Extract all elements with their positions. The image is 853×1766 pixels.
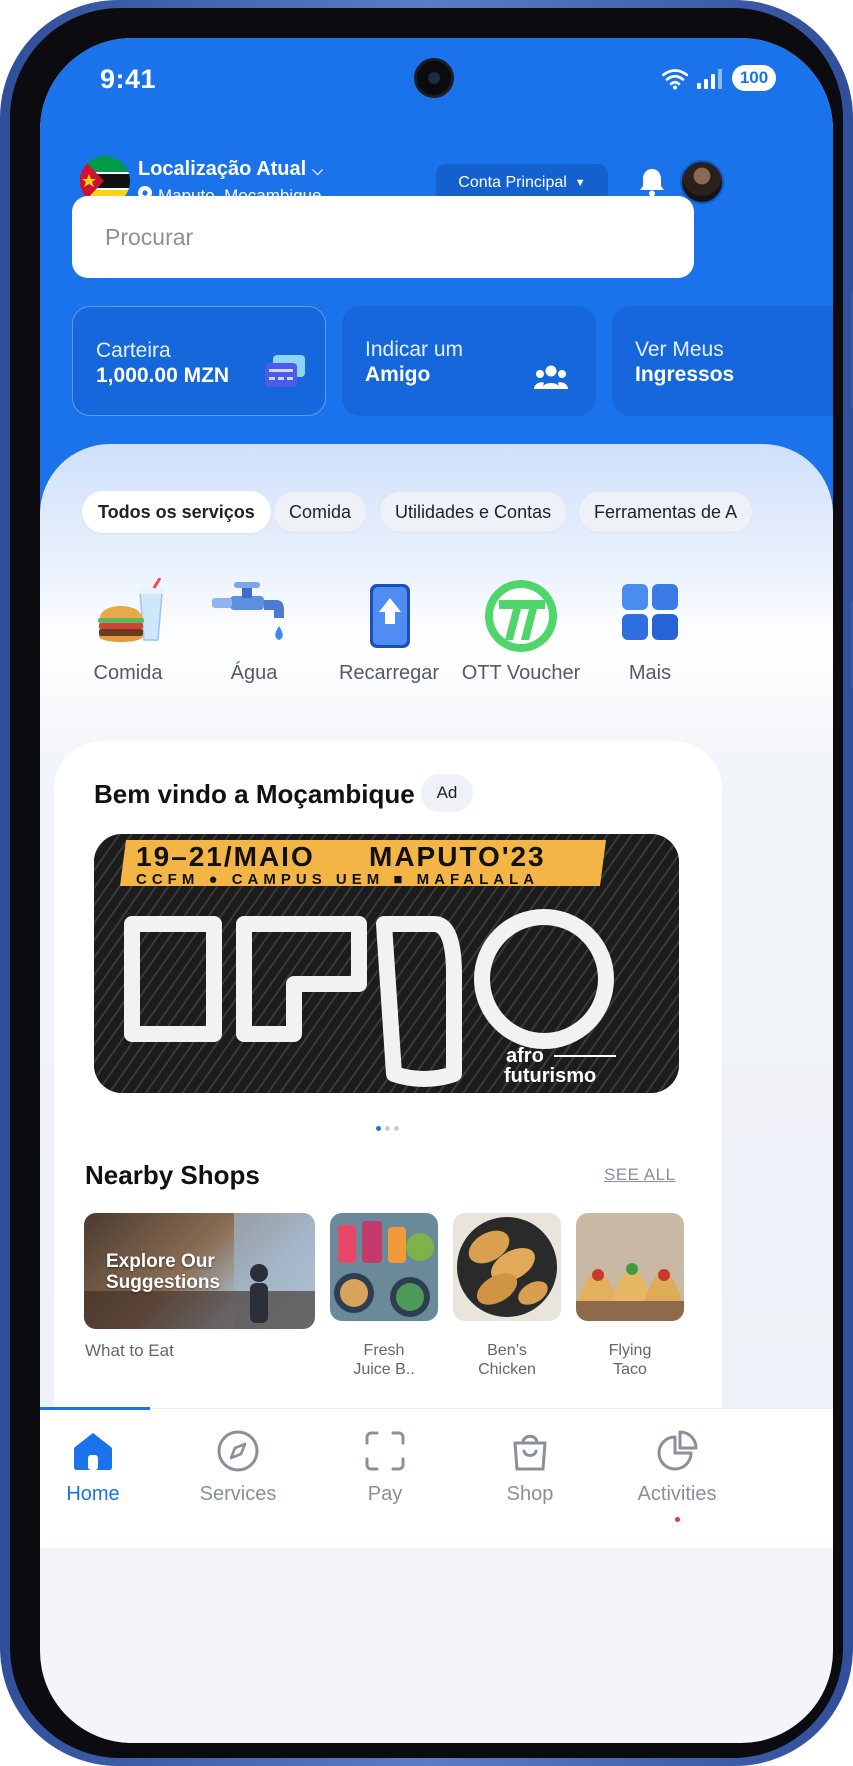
tab-pay[interactable]: Pay (325, 1409, 445, 1529)
burger-drink-icon (98, 578, 164, 642)
banner-city: MAPUTO'23 (369, 841, 546, 872)
tab-shop[interactable]: Shop (470, 1409, 590, 1529)
shop-name: Flying Taco (576, 1341, 684, 1379)
location-title[interactable]: Localização Atual ⌵ (138, 158, 323, 181)
grid-icon (622, 584, 678, 640)
shop-fresh-juice[interactable]: Fresh Juice B.. (330, 1213, 438, 1379)
shop-name-line2: Chicken (478, 1361, 536, 1378)
chip-tools[interactable]: Ferramentas de A (578, 491, 754, 533)
refer-card-line1: Indicar um (365, 338, 464, 361)
service-topup[interactable]: Recarregar (329, 578, 449, 698)
welcome-title: Bem vindo a Moçambique (94, 779, 415, 809)
shop-name-line1: Flying (608, 1342, 652, 1359)
shop-bens-chicken[interactable]: Ben’s Chicken (453, 1213, 561, 1379)
shop-name: Fresh Juice B.. (330, 1341, 438, 1379)
banner-artwork: 19–21/MAIO MAPUTO'23 CCFM ● CAMPUS UEM ■… (94, 834, 679, 1093)
chip-food[interactable]: Comida (273, 491, 368, 533)
bottom-tab-bar: Home Services Pay Shop Activities (40, 1407, 833, 1548)
phone-topup-icon (370, 584, 410, 648)
battery-indicator: 100 (732, 65, 776, 91)
tab-services[interactable]: Services (178, 1409, 298, 1529)
carousel-dots (376, 1118, 403, 1136)
group-icon (534, 365, 568, 389)
shop-name-line2: Juice B.. (353, 1361, 415, 1378)
carousel-dot-active[interactable] (376, 1126, 381, 1131)
service-food-label: Comida (93, 662, 163, 684)
tab-home-label: Home (66, 1483, 120, 1505)
shop-name-line2: Taco (613, 1361, 647, 1378)
pie-chart-icon (657, 1430, 698, 1471)
shop-name-line1: Fresh (363, 1342, 405, 1359)
banner-dates: 19–21/MAIO (136, 841, 315, 872)
shop-image (330, 1213, 438, 1321)
tab-activities-label: Activities (637, 1483, 717, 1505)
chevron-down-icon: ⌵ (312, 162, 323, 178)
ad-badge: Ad (421, 774, 473, 812)
tab-services-label: Services (199, 1483, 277, 1505)
water-tap-icon (212, 582, 284, 640)
shop-flying-taco[interactable]: Flying Taco (576, 1213, 684, 1379)
wallet-card-icon (265, 355, 305, 387)
chip-utilities[interactable]: Utilidades e Contas (379, 491, 568, 533)
nearby-shops-title: Nearby Shops (85, 1160, 260, 1190)
what-to-eat-caption: What to Eat (85, 1341, 174, 1360)
notification-dot (675, 1517, 680, 1522)
wifi-icon (662, 69, 688, 90)
phone-bezel: 9:41 100 Localização Atual ⌵ Conta Princ… (10, 8, 843, 1758)
tab-shop-label: Shop (506, 1483, 554, 1505)
service-ott-voucher[interactable]: OTT Voucher (461, 578, 581, 698)
refer-card-line2: Amigo (365, 363, 431, 386)
tickets-card-line2: Ingressos (635, 363, 735, 386)
location-title-label: Localização Atual (138, 158, 307, 180)
category-chips: Todos os serviços Comida Utilidades e Co… (82, 491, 833, 535)
account-button-label: Conta Principal (458, 174, 567, 191)
chip-all-services[interactable]: Todos os serviços (82, 491, 271, 533)
tickets-card-line1: Ver Meus (635, 338, 724, 361)
shop-image (453, 1213, 561, 1321)
status-bar: 9:41 100 (40, 38, 833, 128)
promo-banner[interactable]: 19–21/MAIO MAPUTO'23 CCFM ● CAMPUS UEM ■… (94, 834, 679, 1093)
screen: 9:41 100 Localização Atual ⌵ Conta Princ… (40, 38, 833, 1743)
banner-tagline-2: futurismo (504, 1065, 596, 1087)
service-food[interactable]: Comida (68, 578, 188, 698)
ott-logo-icon (485, 580, 557, 652)
see-all-link[interactable]: SEE ALL (604, 1165, 676, 1185)
service-ott-label: OTT Voucher (461, 662, 581, 684)
bell-icon[interactable] (636, 166, 668, 198)
shop-name-line1: Ben’s (487, 1342, 527, 1359)
service-more-label: Mais (628, 662, 672, 684)
status-time: 9:41 (100, 64, 157, 94)
banner-tagline-1: afro (506, 1045, 544, 1067)
tab-home[interactable]: Home (40, 1409, 153, 1529)
service-topup-label: Recarregar (338, 662, 440, 684)
wallet-card[interactable]: Carteira 1,000.00 MZN (72, 306, 326, 416)
my-tickets-card[interactable]: Ver Meus Ingressos (612, 306, 833, 416)
compass-icon (217, 1430, 259, 1472)
wallet-balance: 1,000.00 MZN (96, 364, 230, 387)
refer-friend-card[interactable]: Indicar um Amigo (342, 306, 596, 416)
service-water[interactable]: Água (194, 578, 314, 698)
explore-suggestions-card[interactable]: Explore Our Suggestions (84, 1213, 315, 1329)
banner-venues: CCFM ● CAMPUS UEM ■ MAFALALA (136, 871, 539, 888)
tab-pay-label: Pay (367, 1483, 403, 1505)
service-water-label: Água (230, 662, 278, 684)
shopping-bag-icon (513, 1434, 547, 1471)
search-input[interactable] (72, 196, 694, 278)
tab-activities[interactable]: Activities (617, 1409, 737, 1529)
scan-icon (365, 1431, 405, 1471)
home-icon (74, 1433, 112, 1470)
front-camera (414, 58, 454, 98)
signal-icon (697, 69, 722, 89)
carousel-dot[interactable] (394, 1126, 399, 1131)
service-more[interactable]: Mais (590, 578, 710, 698)
carousel-dot[interactable] (385, 1126, 390, 1131)
shop-image (576, 1213, 684, 1321)
explore-text: Explore Our Suggestions (106, 1251, 221, 1293)
phone-frame: 9:41 100 Localização Atual ⌵ Conta Princ… (0, 0, 853, 1766)
shop-name: Ben’s Chicken (453, 1341, 561, 1379)
wallet-card-title: Carteira (96, 339, 171, 362)
quick-cards: Carteira 1,000.00 MZN Indicar um Amigo V… (72, 306, 833, 418)
search-bar[interactable] (72, 196, 694, 278)
